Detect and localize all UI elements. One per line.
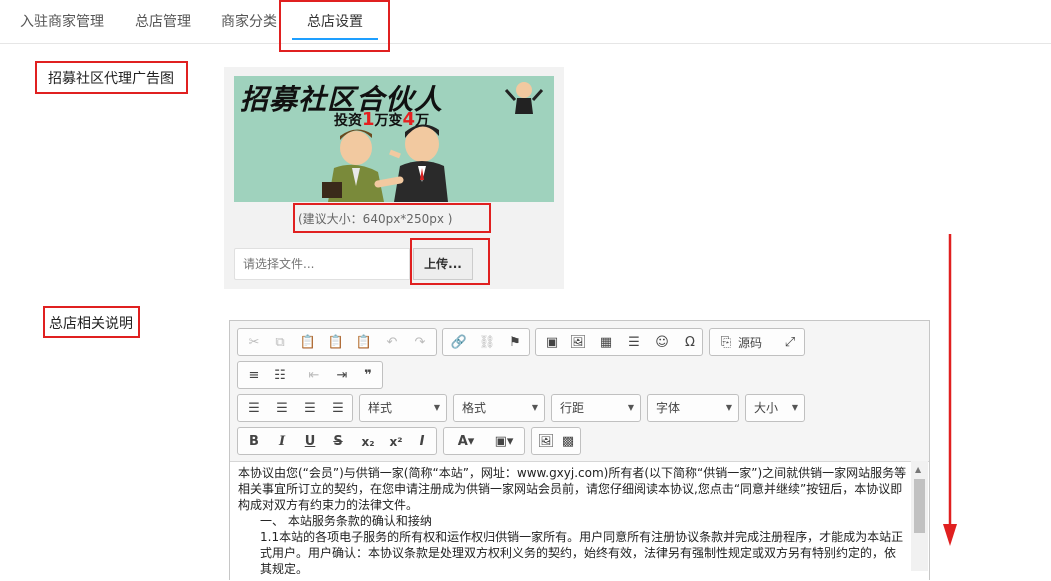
highlight-box-tab — [279, 0, 390, 52]
horizontal-line-icon[interactable]: ☰ — [624, 333, 644, 353]
content-heading: 一、 本站服务条款的确认和接纳 — [260, 514, 432, 528]
insert-group: ▣ 🖼 ▦ ☰ ☺ Ω — [535, 328, 703, 356]
redo-icon[interactable]: ↷ — [410, 333, 430, 353]
bullet-list-icon[interactable]: ☷ — [270, 366, 290, 386]
down-arrow-annotation — [943, 234, 957, 546]
style-dropdown[interactable]: 样式 ▼ — [359, 394, 447, 422]
maximize-icon[interactable]: ⤢ — [780, 333, 800, 353]
scroll-up-icon[interactable]: ▲ — [915, 465, 921, 474]
underline-icon[interactable]: U — [300, 432, 320, 452]
size-dropdown[interactable]: 大小 ▼ — [745, 394, 805, 422]
tab-bar: 入驻商家管理 总店管理 商家分类 总店设置 — [0, 0, 1051, 44]
highlight-box-upload — [410, 238, 490, 285]
paste-icon[interactable]: 📋 — [298, 333, 318, 353]
media-group: 🖼 ▩ — [531, 427, 581, 455]
paste-text-icon[interactable]: 📋 — [326, 333, 346, 353]
anchor-flag-icon[interactable]: ⚑ — [505, 333, 525, 353]
source-button[interactable]: 源码 — [738, 333, 762, 353]
clipboard-group: ✂ ⧉ 📋 📋 📋 ↶ ↷ — [237, 328, 437, 356]
unlink-icon[interactable]: ⛓ — [477, 333, 497, 353]
chevron-down-icon: ▼ — [627, 403, 634, 412]
link-group: 🔗 ⛓ ⚑ — [442, 328, 530, 356]
special-char-icon[interactable]: Ω — [680, 333, 700, 353]
subscript-icon[interactable]: x₂ — [358, 432, 378, 452]
chevron-down-icon: ▼ — [531, 403, 538, 412]
color-group: A▾ ▣▾ — [443, 427, 525, 455]
remove-format-icon[interactable]: I — [412, 432, 432, 452]
businessmen-illustration — [322, 82, 544, 202]
photo-icon[interactable]: 🖼 — [568, 333, 588, 353]
align-left-icon[interactable]: ☰ — [244, 399, 264, 419]
undo-icon[interactable]: ↶ — [382, 333, 402, 353]
highlight-box-ad-label — [35, 61, 188, 94]
align-right-icon[interactable]: ☰ — [300, 399, 320, 419]
bold-icon[interactable]: B — [244, 432, 264, 452]
format-dropdown[interactable]: 格式 ▼ — [453, 394, 545, 422]
content-paragraph: 本协议由您(“会员”)与供销一家(简称“本站”，网址：www.gxyj.com)… — [238, 466, 907, 512]
strikethrough-icon[interactable]: S — [328, 432, 348, 452]
file-path-input[interactable] — [234, 248, 410, 280]
justify-icon[interactable]: ☰ — [328, 399, 348, 419]
editor-content[interactable]: 本协议由您(“会员”)与供销一家(简称“本站”，网址：www.gxyj.com)… — [230, 461, 929, 581]
tab-head-store-management[interactable]: 总店管理 — [135, 0, 191, 44]
cut-icon[interactable]: ✂ — [244, 333, 264, 353]
chevron-down-icon: ▼ — [725, 403, 732, 412]
source-group: ⎘ 源码 ⤢ — [709, 328, 805, 356]
paste-word-icon[interactable]: 📋 — [354, 333, 374, 353]
highlight-box-hint — [293, 203, 491, 233]
italic-icon[interactable]: I — [272, 432, 292, 452]
tab-merchant-category[interactable]: 商家分类 — [221, 0, 277, 44]
numbered-list-icon[interactable]: ≡ — [244, 366, 264, 386]
qrcode-icon[interactable]: ▩ — [558, 432, 578, 452]
blockquote-icon[interactable]: ❞ — [358, 366, 378, 386]
rich-text-editor: ✂ ⧉ 📋 📋 📋 ↶ ↷ 🔗 ⛓ ⚑ ▣ 🖼 ▦ ☰ ☺ Ω ⎘ 源码 ⤢ ≡… — [229, 320, 930, 581]
image-icon[interactable]: ▣ — [542, 333, 562, 353]
insert-image-icon[interactable]: 🖼 — [536, 432, 556, 452]
source-icon[interactable]: ⎘ — [716, 333, 736, 353]
align-center-icon[interactable]: ☰ — [272, 399, 292, 419]
list-group: ≡ ☷ ⇤ ⇥ ❞ — [237, 361, 383, 389]
line-height-dropdown[interactable]: 行距 ▼ — [551, 394, 641, 422]
indent-icon[interactable]: ⇥ — [332, 366, 352, 386]
editor-scrollbar[interactable]: ▲ — [911, 461, 928, 571]
align-group: ☰ ☰ ☰ ☰ — [237, 394, 353, 422]
tab-merchant-management[interactable]: 入驻商家管理 — [20, 0, 104, 44]
outdent-icon[interactable]: ⇤ — [304, 366, 324, 386]
highlight-box-desc-label — [43, 306, 140, 338]
text-color-icon[interactable]: A▾ — [450, 432, 482, 452]
font-dropdown[interactable]: 字体 ▼ — [647, 394, 739, 422]
scroll-thumb[interactable] — [914, 479, 925, 533]
text-style-group: B I U S x₂ x² I — [237, 427, 437, 455]
table-icon[interactable]: ▦ — [596, 333, 616, 353]
chevron-down-icon: ▼ — [791, 403, 798, 412]
superscript-icon[interactable]: x² — [386, 432, 406, 452]
background-color-icon[interactable]: ▣▾ — [488, 432, 520, 452]
content-paragraph: 1.1本站的各项电子服务的所有权和运作权归供销一家所有。用户同意所有注册协议条款… — [260, 530, 904, 576]
ad-banner-image: 招募社区合伙人 投资1万变4万 — [234, 76, 554, 202]
link-icon[interactable]: 🔗 — [449, 333, 469, 353]
copy-icon[interactable]: ⧉ — [270, 333, 290, 353]
smiley-icon[interactable]: ☺ — [652, 333, 672, 353]
chevron-down-icon: ▼ — [433, 403, 440, 412]
